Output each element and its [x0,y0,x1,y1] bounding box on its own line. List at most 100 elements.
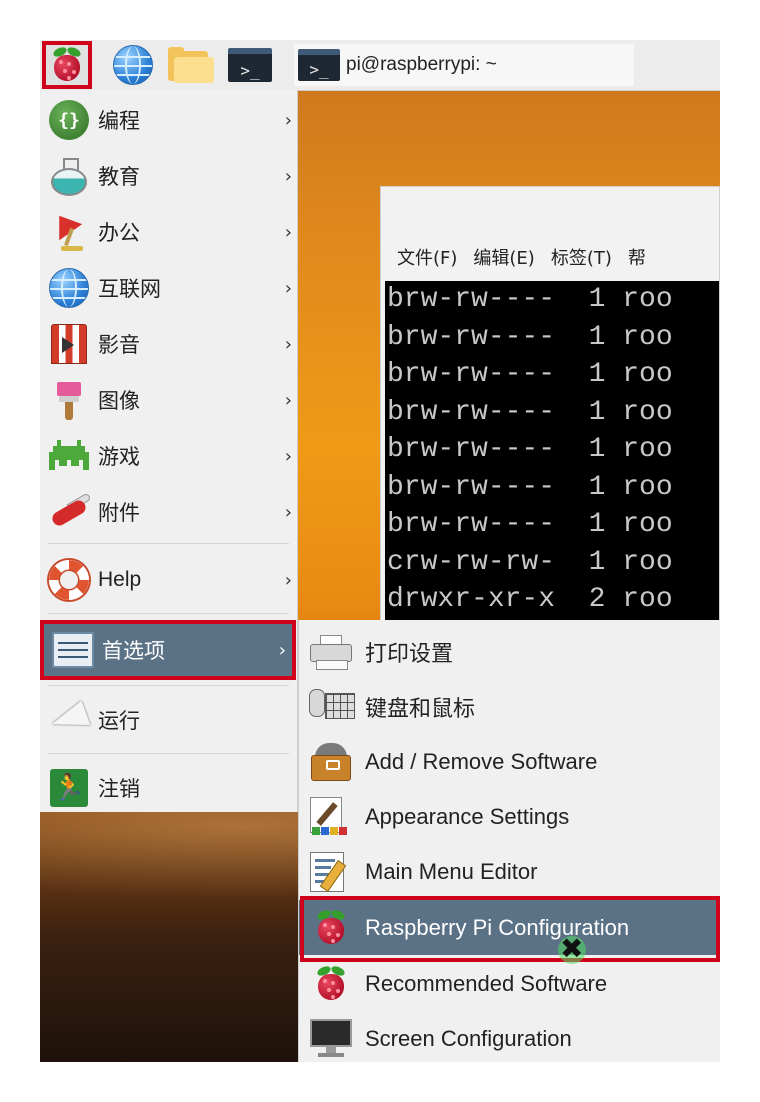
globe-icon [113,45,153,85]
menu-item-label: 首选项 [102,639,165,663]
submenu-item-label: Appearance Settings [365,803,570,829]
menu-item-label: 互联网 [98,277,161,301]
terminal-window[interactable]: 文件(F) 编辑(E) 标签(T) 帮 brw-rw---- 1 roo brw… [380,186,720,630]
terminal-line: brw-rw---- 1 roo [387,359,673,390]
terminal-line: brw-rw---- 1 roo [387,284,673,315]
office-icon [47,207,89,252]
menu-item-internet[interactable]: 互联网 › [40,260,298,316]
chevron-right-icon: › [284,165,292,187]
submenu-item-raspberry-pi-configuration[interactable]: Raspberry Pi Configuration [299,900,720,955]
terminal-line: crw-rw-rw- 1 roo [387,546,673,578]
menu-item-label: 图像 [98,389,140,413]
taskbar-window-button[interactable]: >_ pi@raspberrypi: ~ [294,44,634,86]
help-icon [49,560,89,600]
terminal-line: drwxr-xr-x 2 roo [387,584,673,615]
terminal-line: brw-rw---- 1 roo [387,509,673,540]
submenu-item-label: Main Menu Editor [365,858,538,884]
package-icon [311,742,351,781]
mouse-cursor: ✖ [556,930,592,966]
menu-item-run[interactable]: 运行 [40,692,298,748]
menu-item-label: 附件 [98,501,140,525]
main-menu-button[interactable] [42,41,92,89]
menu-item-games[interactable]: 游戏 › [40,428,298,484]
menu-separator [48,753,289,754]
taskbar-window-title: pi@raspberrypi: ~ [346,54,497,75]
menu-separator [48,685,289,686]
menu-editor-icon [310,851,352,892]
menu-item-label: 注销 [98,777,140,801]
monitor-icon [310,1018,352,1059]
menu-file[interactable]: 文件(F) [397,244,457,270]
menu-separator [48,613,289,614]
keyboard-mouse-icon [309,688,355,725]
main-menu: {} 编程 › 教育 › 办公 › 互联网 › 影音 › 图像 › 游戏 › 附… [40,90,298,812]
menu-tabs[interactable]: 标签(T) [551,244,612,270]
menu-item-logout[interactable]: 🏃 注销 [40,760,298,816]
menu-item-graphics[interactable]: 图像 › [40,372,298,428]
menu-edit[interactable]: 编辑(E) [473,244,534,270]
programming-icon: {} [49,100,89,140]
menu-item-label: 办公 [98,221,140,245]
chevron-right-icon: › [284,389,292,411]
education-icon [49,156,89,196]
sound-video-icon [51,324,87,364]
raspberry-icon [51,45,83,82]
terminal-icon: >_ [298,49,340,81]
browser-launcher[interactable] [110,45,156,85]
submenu-item-print-settings[interactable]: 打印设置 [299,624,720,679]
chevron-right-icon: › [284,569,292,591]
menu-item-programming[interactable]: {} 编程 › [40,92,298,148]
menu-item-label: Help [98,568,142,591]
chevron-right-icon: › [284,445,292,467]
chevron-right-icon: › [284,501,292,523]
screen-frame: >_ >_ pi@raspberrypi: ~ 文件(F) 编辑(E) 标签(T… [40,40,720,1062]
menu-item-label: 编程 [98,109,140,133]
menu-item-preferences[interactable]: 首选项 › [40,620,296,680]
chevron-right-icon: › [284,277,292,299]
accessories-icon [49,492,92,532]
submenu-item-label: Recommended Software [365,970,608,996]
chevron-right-icon: › [278,639,286,661]
menu-item-sound-video[interactable]: 影音 › [40,316,298,372]
submenu-item-appearance-settings[interactable]: Appearance Settings [299,789,720,844]
menu-item-accessories[interactable]: 附件 › [40,484,298,540]
menu-item-office[interactable]: 办公 › [40,204,298,260]
raspberry-icon [315,963,347,1001]
menu-help[interactable]: 帮 [628,244,646,270]
terminal-line: brw-rw---- 1 roo [387,434,673,465]
menu-item-help[interactable]: Help › [40,552,298,608]
menu-item-education[interactable]: 教育 › [40,148,298,204]
submenu-item-screen-configuration[interactable]: Screen Configuration [299,1011,720,1062]
taskbar: >_ >_ pi@raspberrypi: ~ [40,40,720,91]
submenu-item-main-menu-editor[interactable]: Main Menu Editor [299,844,720,899]
menu-item-label: 教育 [98,165,140,189]
run-icon [47,700,91,740]
chevron-right-icon: › [284,221,292,243]
internet-icon [49,268,89,308]
submenu-item-add-remove-software[interactable]: Add / Remove Software [299,734,720,789]
terminal-line: brw-rw---- 1 roo [387,321,673,353]
appearance-icon [310,796,352,837]
logout-icon: 🏃 [50,769,88,807]
folder-icon [168,47,214,83]
preferences-submenu: 打印设置 键盘和鼠标 Add / Remove Software Appeara… [298,620,720,1062]
terminal-output[interactable]: brw-rw---- 1 roo brw-rw---- 1 roo brw-rw… [385,281,719,621]
terminal-line: brw-rw---- 1 roo [387,471,673,503]
cursor-x-icon: ✖ [560,932,584,965]
raspberry-icon [315,907,347,945]
submenu-item-label: Screen Configuration [365,1025,572,1051]
terminal-launcher[interactable]: >_ [226,45,274,85]
terminal-line: brw-rw---- 1 roo [387,396,673,428]
games-icon [49,440,89,472]
submenu-item-label: Add / Remove Software [365,748,598,774]
submenu-item-label: 键盘和鼠标 [365,696,476,722]
menu-item-label: 游戏 [98,445,140,469]
submenu-item-label: 打印设置 [365,641,454,667]
submenu-item-keyboard-mouse[interactable]: 键盘和鼠标 [299,679,720,734]
chevron-right-icon: › [284,333,292,355]
file-manager-launcher[interactable] [166,45,216,85]
preferences-icon [52,632,94,668]
menu-item-label: 运行 [98,709,140,733]
printer-icon [310,634,352,670]
submenu-item-recommended-software[interactable]: Recommended Software [299,956,720,1011]
